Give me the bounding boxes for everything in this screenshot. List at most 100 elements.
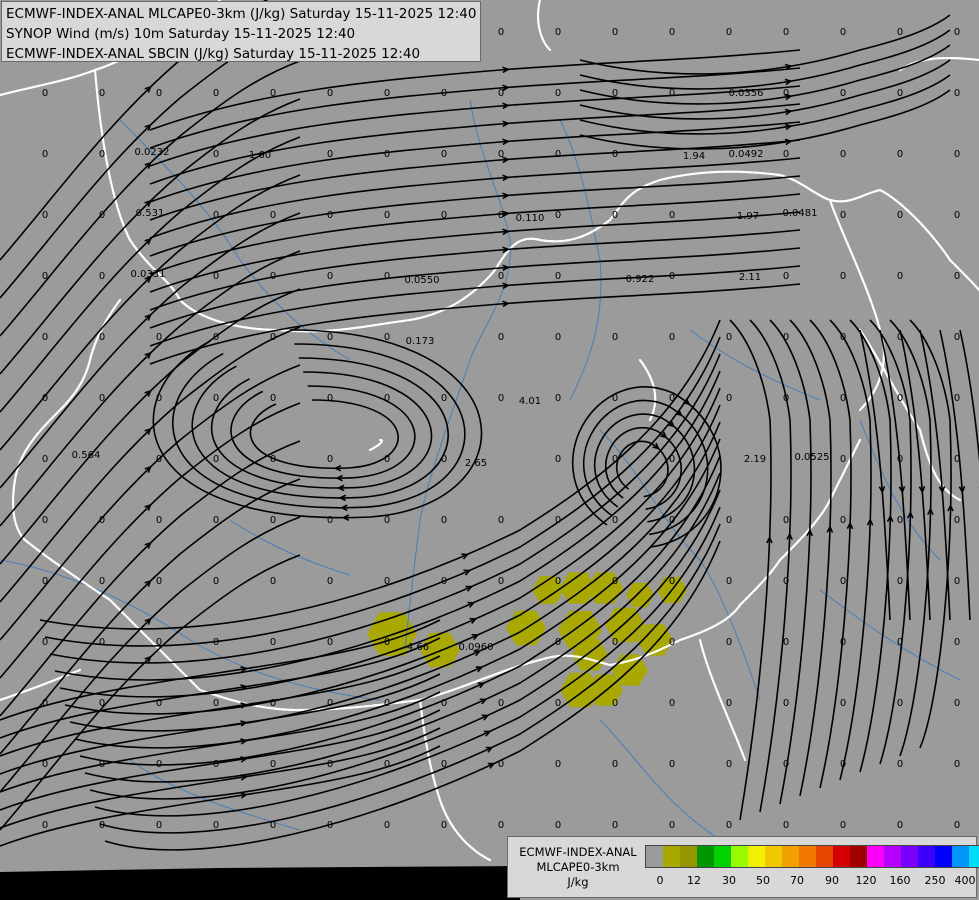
cape-zero-label: 0: [783, 332, 789, 343]
cape-zero-label: 0: [897, 820, 903, 831]
cape-zero-label: 0: [897, 149, 903, 160]
cape-zero-label: 0: [99, 88, 105, 99]
cape-zero-label: 0: [954, 149, 960, 160]
legend-swatch: [646, 846, 663, 867]
cape-zero-label: 0: [612, 210, 618, 221]
cape-zero-label: 0: [555, 698, 561, 709]
cape-zero-label: 0: [327, 393, 333, 404]
cape-zero-label: 0: [555, 454, 561, 465]
cape-zero-label: 0: [612, 149, 618, 160]
cape-zero-label: 0: [441, 210, 447, 221]
cape-zero-label: 0: [954, 454, 960, 465]
cape-zero-label: 0: [840, 637, 846, 648]
title-line-wind: SYNOP Wind (m/s) 10m Saturday 15-11-2025…: [6, 26, 356, 42]
cape-zero-label: 0: [669, 271, 675, 282]
legend-swatch: [663, 846, 680, 867]
cape-zero-label: 0: [270, 88, 276, 99]
wind-streamline: [899, 329, 931, 621]
cape-value-labels: 0.0232 1.60 0.531 0.0331 0.0550 0.173 0.110 0.9…: [42, 27, 960, 831]
cape-zero-label: 0: [441, 698, 447, 709]
cape-zero-label: 0: [42, 759, 48, 770]
cape-zero-label: 0: [840, 271, 846, 282]
cape-zero-label: 0: [954, 332, 960, 343]
cape-zero-label: 0: [612, 698, 618, 709]
legend-swatch: [799, 846, 816, 867]
cape-zero-label: 0: [783, 759, 789, 770]
cape-value-label: 0.0356: [729, 88, 764, 99]
cape-zero-label: 0: [441, 454, 447, 465]
cape-zero-label: 0: [783, 820, 789, 831]
legend-swatch: [782, 846, 799, 867]
cape-zero-label: 0: [783, 698, 789, 709]
cape-zero-label: 0: [270, 210, 276, 221]
cape-value-label: 0.0492: [729, 149, 764, 160]
cape-zero-label: 0: [555, 576, 561, 587]
cape-zero-label: 0: [327, 332, 333, 343]
legend-tick-labels: 0 12 30 50 70 90 120 160 250 400: [645, 874, 976, 888]
cape-value-label: 1.60: [249, 150, 271, 161]
cape-zero-label: 0: [42, 637, 48, 648]
cape-zero-label: 0: [99, 576, 105, 587]
cape-zero-label: 0: [42, 332, 48, 343]
cape-zero-label: 0: [99, 820, 105, 831]
legend-title: ECMWF-INDEX-ANAL MLCAPE0-3km J/kg: [514, 845, 642, 890]
cape-zero-label: 0: [840, 454, 846, 465]
cape-zero-label: 0: [441, 393, 447, 404]
cape-zero-label: 0: [954, 820, 960, 831]
cape-zero-label: 0: [42, 210, 48, 221]
cape-zero-label: 0: [213, 149, 219, 160]
legend-tick: 70: [790, 874, 804, 887]
legend-tick: 400: [954, 874, 976, 887]
cape-zero-label: 0: [213, 515, 219, 526]
cape-zero-label: 0: [954, 393, 960, 404]
cape-zero-label: 0: [498, 576, 504, 587]
cape-zero-label: 0: [897, 759, 903, 770]
country-border: [828, 198, 885, 412]
cape-zero-label: 0: [384, 88, 390, 99]
cape-zero-label: 0: [897, 698, 903, 709]
wind-streamline: [0, 637, 441, 739]
cape-zero-label: 0: [726, 393, 732, 404]
cape-zero-label: 0: [270, 759, 276, 770]
legend-swatch: [867, 846, 884, 867]
cape-zero-label: 0: [156, 576, 162, 587]
cape-zero-label: 0: [327, 210, 333, 221]
map-canvas: 0.0232 1.60 0.531 0.0331 0.0550 0.173 0.110 0.9…: [0, 0, 979, 900]
legend-swatch: [884, 846, 901, 867]
cape-zero-label: 0: [840, 88, 846, 99]
country-border: [0, 668, 82, 702]
cape-zero-label: 0: [270, 576, 276, 587]
cape-cell: [626, 582, 654, 608]
weather-map[interactable]: 0.0232 1.60 0.531 0.0331 0.0550 0.173 0.110 0.9…: [0, 0, 979, 900]
cape-zero-label: 0: [669, 515, 675, 526]
cape-zero-label: 0: [327, 454, 333, 465]
cape-zero-label: 0: [612, 88, 618, 99]
cape-zero-label: 0: [783, 27, 789, 38]
cape-zero-label: 0: [270, 271, 276, 282]
cape-zero-label: 0: [42, 271, 48, 282]
cape-zero-label: 0: [612, 820, 618, 831]
cape-zero-label: 0: [99, 332, 105, 343]
cape-zero-label: 0: [840, 515, 846, 526]
cape-zero-label: 0: [99, 637, 105, 648]
cape-zero-label: 0: [783, 271, 789, 282]
cape-zero-label: 0: [498, 820, 504, 831]
wind-streamline-layer: [0, 0, 979, 851]
cape-zero-label: 0: [612, 515, 618, 526]
cape-zero-label: 0: [441, 88, 447, 99]
legend-tick: 90: [825, 874, 839, 887]
cape-zero-label: 0: [726, 576, 732, 587]
cape-zero-label: 0: [840, 698, 846, 709]
cape-zero-label: 0: [498, 149, 504, 160]
wind-streamline: [0, 364, 301, 641]
river: [859, 419, 941, 561]
cape-value-label: 4.01: [519, 396, 541, 407]
country-border: [93, 68, 979, 333]
cape-value-label: 0.0331: [131, 269, 166, 280]
cape-zero-label: 0: [897, 576, 903, 587]
cape-zero-label: 0: [384, 210, 390, 221]
cape-zero-label: 0: [555, 27, 561, 38]
cape-zero-label: 0: [726, 637, 732, 648]
cape-zero-label: 0: [156, 759, 162, 770]
cape-zero-label: 0: [270, 454, 276, 465]
